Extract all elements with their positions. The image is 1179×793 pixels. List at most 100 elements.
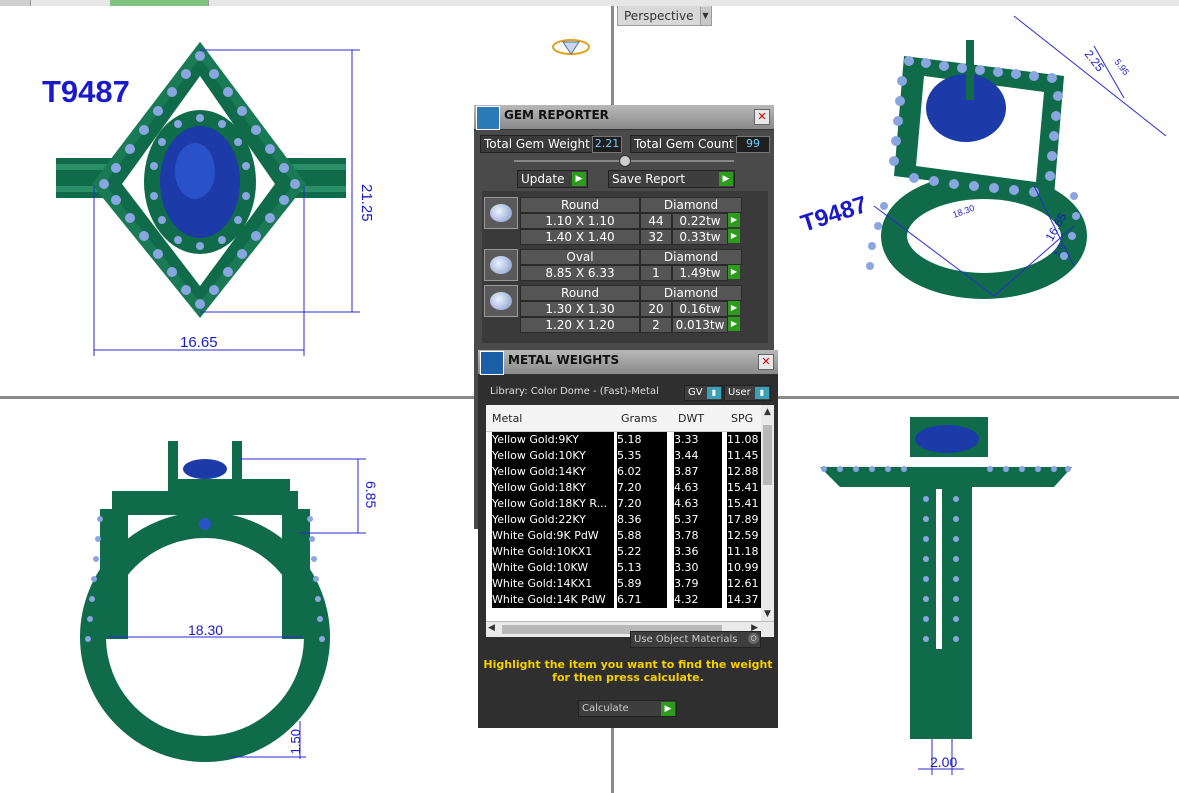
- gv-toggle[interactable]: GV ▮: [684, 385, 723, 401]
- grams-cell: 5.35: [617, 448, 667, 464]
- round-gem-icon: [484, 197, 518, 229]
- front-height-dimension: 6.85: [363, 481, 379, 508]
- select-arrow-icon[interactable]: ▶: [728, 301, 740, 315]
- col-grams[interactable]: Grams: [621, 412, 657, 425]
- metal-table[interactable]: Metal Grams DWT SPG Yellow Gold:9KY 5.18 3…: [486, 405, 774, 621]
- perspective-dim-a: 2.25: [1082, 47, 1108, 74]
- gem-shape: Round: [520, 285, 640, 301]
- metal-cell: White Gold:9K PdW: [492, 528, 614, 544]
- gem-weight: 0.22tw: [672, 213, 728, 229]
- view-mode-dropdown[interactable]: Perspective ▼: [617, 6, 712, 26]
- col-metal[interactable]: Metal: [492, 412, 522, 425]
- dwt-cell: 4.32: [674, 592, 722, 608]
- view-orientation-icon[interactable]: [552, 39, 590, 55]
- vertical-scrollbar[interactable]: ▲ ▼: [761, 405, 774, 621]
- dwt-cell: 4.63: [674, 480, 722, 496]
- metal-cell: Yellow Gold:18KY: [492, 480, 614, 496]
- gem-group-2[interactable]: Oval Diamond 8.85 X 6.33 1 1.49tw ▶: [482, 249, 764, 283]
- col-spg[interactable]: SPG: [731, 412, 753, 425]
- total-gem-count-label: Total Gem Count: [630, 135, 738, 153]
- col-dwt[interactable]: DWT: [678, 412, 704, 425]
- scroll-left-icon[interactable]: ◀: [488, 623, 495, 633]
- gem-reporter-icon: [476, 106, 500, 130]
- table-row[interactable]: Yellow Gold:18KY R... 7.20 4.63 15.41: [486, 496, 767, 512]
- gem-material: Diamond: [640, 197, 742, 213]
- select-arrow-icon[interactable]: ▶: [728, 213, 740, 227]
- scroll-thumb[interactable]: [763, 425, 772, 485]
- table-row[interactable]: White Gold:9K PdW 5.88 3.78 12.59: [486, 528, 767, 544]
- perspective-dim-d: 18.30: [951, 203, 976, 220]
- table-row[interactable]: White Gold:10KW 5.13 3.30 10.99: [486, 560, 767, 576]
- slider-handle[interactable]: [619, 155, 631, 167]
- calculate-button[interactable]: Calculate ▶: [578, 700, 677, 717]
- close-icon[interactable]: ✕: [754, 109, 770, 125]
- gem-count: 44: [640, 213, 672, 229]
- metal-table-header: Metal Grams DWT SPG: [486, 405, 774, 432]
- close-icon[interactable]: ✕: [758, 354, 774, 370]
- oval-gem-icon: [484, 249, 518, 281]
- table-row[interactable]: Yellow Gold:18KY 7.20 4.63 15.41: [486, 480, 767, 496]
- grams-cell: 5.89: [617, 576, 667, 592]
- play-icon: ▶: [719, 172, 733, 186]
- grams-cell: 6.02: [617, 464, 667, 480]
- play-icon: ▶: [661, 702, 675, 716]
- gem-size: 1.40 X 1.40: [520, 229, 640, 245]
- save-report-button[interactable]: Save Report ▶: [608, 170, 735, 188]
- chevron-down-icon[interactable]: ▼: [699, 6, 711, 25]
- table-row[interactable]: Yellow Gold:9KY 5.18 3.33 11.08: [486, 432, 767, 448]
- dwt-cell: 3.78: [674, 528, 722, 544]
- inner-diameter-dimension: 18.30: [188, 622, 223, 638]
- dwt-cell: 5.37: [674, 512, 722, 528]
- gem-reporter-titlebar[interactable]: GEM REPORTER ✕: [474, 105, 774, 130]
- toggle-icon: ▮: [707, 387, 721, 399]
- gem-size: 1.30 X 1.30: [520, 301, 640, 317]
- toggle-icon: ▮: [755, 387, 769, 399]
- library-label: Library: Color Dome - (Fast)-Metal: [490, 386, 659, 397]
- metal-weights-titlebar[interactable]: METAL WEIGHTS ✕: [478, 350, 778, 375]
- gem-group-1[interactable]: Round Diamond 1.10 X 1.10 44 0.22tw ▶ 1.…: [482, 197, 764, 247]
- metal-cell: White Gold:14KX1: [492, 576, 614, 592]
- table-row[interactable]: White Gold:14K PdW 6.71 4.32 14.37: [486, 592, 767, 608]
- table-row[interactable]: White Gold:14KX1 5.89 3.79 12.61: [486, 576, 767, 592]
- gem-material: Diamond: [640, 285, 742, 301]
- table-row[interactable]: Yellow Gold:14KY 6.02 3.87 12.88: [486, 464, 767, 480]
- metal-cell: Yellow Gold:14KY: [492, 464, 614, 480]
- total-gem-weight-label: Total Gem Weight: [480, 135, 594, 153]
- metal-cell: Yellow Gold:9KY: [492, 432, 614, 448]
- table-row[interactable]: White Gold:10KX1 5.22 3.36 11.18: [486, 544, 767, 560]
- user-label: User: [728, 387, 751, 398]
- total-gem-weight-value: 2.21: [592, 136, 622, 153]
- user-toggle[interactable]: User ▮: [724, 385, 771, 401]
- gem-group-3[interactable]: Round Diamond 1.30 X 1.30 20 0.16tw ▶ 1.…: [482, 285, 764, 335]
- select-arrow-icon[interactable]: ▶: [728, 229, 740, 243]
- scroll-down-icon[interactable]: ▼: [762, 609, 773, 619]
- grams-cell: 5.13: [617, 560, 667, 576]
- front-shank-dimension: 1.50: [288, 729, 303, 754]
- metal-weights-title: METAL WEIGHTS: [508, 353, 620, 367]
- update-button[interactable]: Update ▶: [517, 170, 588, 188]
- dwt-cell: 3.30: [674, 560, 722, 576]
- gem-count: 32: [640, 229, 672, 245]
- perspective-dim-b: 5.95: [1112, 57, 1131, 77]
- total-gem-count-value: 99: [736, 136, 770, 153]
- table-row[interactable]: Yellow Gold:10KY 5.35 3.44 11.45: [486, 448, 767, 464]
- gem-weight: 0.013tw: [672, 317, 728, 333]
- gem-weight: 0.33tw: [672, 229, 728, 245]
- scroll-up-icon[interactable]: ▲: [762, 407, 773, 417]
- gem-count: 20: [640, 301, 672, 317]
- dwt-cell: 3.33: [674, 432, 722, 448]
- grams-cell: 6.71: [617, 592, 667, 608]
- save-report-label: Save Report: [612, 172, 686, 186]
- height-dimension: 21.25: [358, 184, 375, 222]
- width-dimension: 16.65: [180, 334, 218, 351]
- use-object-materials-label: Use Object Materials: [634, 634, 738, 645]
- use-object-materials-toggle[interactable]: Use Object Materials ○: [630, 631, 761, 648]
- select-arrow-icon[interactable]: ▶: [728, 317, 740, 331]
- instruction-text: Highlight the item you want to find the …: [483, 658, 773, 684]
- metal-weights-panel[interactable]: METAL WEIGHTS ✕ Library: Color Dome - (F…: [478, 350, 778, 728]
- table-row[interactable]: Yellow Gold:22KY 8.36 5.37 17.89: [486, 512, 767, 528]
- dwt-cell: 3.36: [674, 544, 722, 560]
- grams-cell: 7.20: [617, 480, 667, 496]
- select-arrow-icon[interactable]: ▶: [728, 265, 740, 279]
- model-code-label: T9487: [42, 74, 130, 109]
